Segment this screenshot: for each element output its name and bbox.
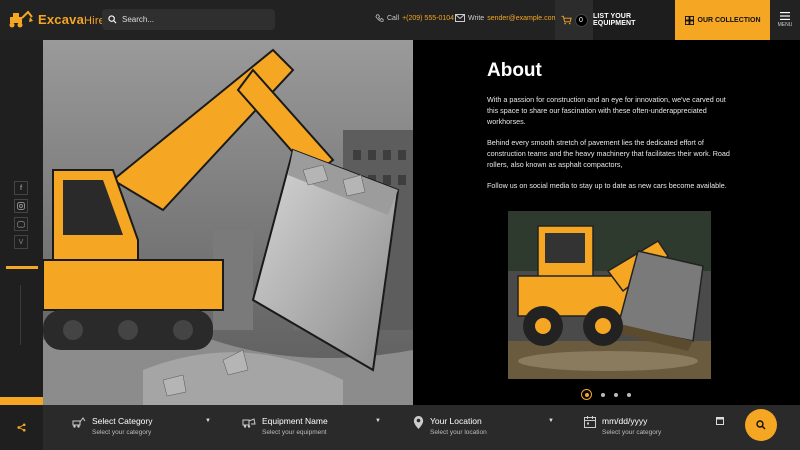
chevron-down-icon: ▼ bbox=[548, 418, 554, 424]
excavator-logo-icon bbox=[9, 10, 33, 28]
location-select[interactable]: Your Location Select your location ▼ bbox=[413, 416, 554, 436]
collection-icon bbox=[684, 15, 694, 25]
carousel-dot-3[interactable] bbox=[614, 392, 618, 397]
cart-count-badge: 0 bbox=[574, 13, 588, 27]
phone-contact[interactable]: Call +(209) 555-0104 bbox=[375, 14, 454, 23]
rail-divider bbox=[20, 285, 21, 345]
location-subtitle: Select your location bbox=[430, 429, 487, 436]
location-title: Your Location bbox=[430, 416, 482, 426]
date-input[interactable]: mm/dd/yyyy Select your category bbox=[584, 416, 724, 436]
carousel-dot-1[interactable] bbox=[581, 389, 592, 400]
mail-icon bbox=[455, 14, 465, 22]
email-contact[interactable]: Write sender@example.com bbox=[455, 14, 557, 22]
cart-icon bbox=[560, 15, 572, 25]
phone-label: Call bbox=[387, 15, 400, 22]
logo[interactable]: ExcavaHire bbox=[8, 9, 105, 29]
chevron-down-icon: ▼ bbox=[375, 418, 381, 424]
our-collection-label: OUR COLLECTION bbox=[697, 16, 761, 24]
share-button[interactable] bbox=[0, 405, 43, 450]
share-icon bbox=[17, 423, 26, 432]
our-collection-button[interactable]: OUR COLLECTION bbox=[675, 0, 770, 40]
discord-icon bbox=[17, 220, 25, 228]
facebook-icon: f bbox=[19, 184, 23, 192]
excavator-icon bbox=[72, 417, 86, 428]
instagram-link[interactable] bbox=[14, 199, 28, 213]
equipment-select[interactable]: Equipment Name Select your equipment ▼ bbox=[242, 416, 381, 436]
phone-number[interactable]: +(209) 555-0104 bbox=[402, 15, 454, 22]
cart-button[interactable]: 0 bbox=[555, 0, 593, 40]
left-rail: f V + bbox=[0, 40, 43, 445]
top-header: ExcavaHire Call +(209) 555-0104 Write se… bbox=[0, 0, 800, 40]
facebook-link[interactable]: f bbox=[14, 181, 28, 195]
excavator-illustration bbox=[43, 40, 413, 405]
location-pin-icon bbox=[413, 416, 424, 429]
email-label: Write bbox=[468, 14, 485, 22]
rail-accent-bar bbox=[6, 266, 38, 269]
about-paragraph-2: Behind every smooth stretch of pavement … bbox=[487, 138, 730, 170]
carousel-dots bbox=[581, 389, 631, 400]
vimeo-icon: V bbox=[18, 238, 24, 246]
menu-label: MENU bbox=[777, 22, 793, 28]
carousel-dot-2[interactable] bbox=[601, 392, 605, 397]
search-input[interactable] bbox=[122, 15, 262, 24]
loader-icon bbox=[242, 418, 256, 428]
about-title: About bbox=[487, 60, 542, 81]
chevron-down-icon: ▼ bbox=[205, 418, 211, 424]
equipment-title: Equipment Name bbox=[262, 416, 328, 426]
category-subtitle: Select your category bbox=[92, 429, 152, 436]
search-icon bbox=[108, 15, 117, 24]
wheel-loader-illustration bbox=[508, 211, 711, 379]
instagram-icon bbox=[17, 202, 25, 210]
booking-search-bar: Select Category Select your category ▼ E… bbox=[0, 405, 800, 450]
search-box[interactable] bbox=[102, 9, 275, 30]
about-paragraph-3: Follow us on social media to stay up to … bbox=[487, 181, 727, 190]
about-section: About With a passion for construction an… bbox=[413, 40, 800, 405]
menu-button[interactable]: MENU bbox=[770, 0, 800, 40]
equipment-subtitle: Select your equipment bbox=[262, 429, 327, 436]
category-title: Select Category bbox=[92, 416, 153, 426]
hamburger-icon bbox=[780, 12, 790, 20]
discord-link[interactable] bbox=[14, 217, 28, 231]
calendar-icon bbox=[584, 416, 596, 428]
hero-excavator-image bbox=[43, 40, 413, 405]
about-paragraph-1: With a passion for construction and an e… bbox=[487, 95, 726, 127]
logo-main-text: Excava bbox=[38, 11, 85, 27]
search-submit-button[interactable] bbox=[745, 409, 777, 441]
date-subtitle: Select your category bbox=[602, 429, 662, 436]
email-address[interactable]: sender@example.com bbox=[487, 15, 557, 22]
date-picker-icon[interactable] bbox=[716, 417, 724, 425]
vimeo-link[interactable]: V bbox=[14, 235, 28, 249]
carousel-dot-4[interactable] bbox=[627, 392, 631, 397]
search-icon bbox=[756, 420, 766, 430]
phone-icon bbox=[375, 14, 384, 22]
category-select[interactable]: Select Category Select your category ▼ bbox=[72, 416, 211, 436]
about-loader-image bbox=[508, 211, 711, 379]
date-title: mm/dd/yyyy bbox=[602, 416, 648, 426]
list-equipment-button[interactable]: LIST YOUR EQUIPMENT bbox=[593, 0, 675, 40]
